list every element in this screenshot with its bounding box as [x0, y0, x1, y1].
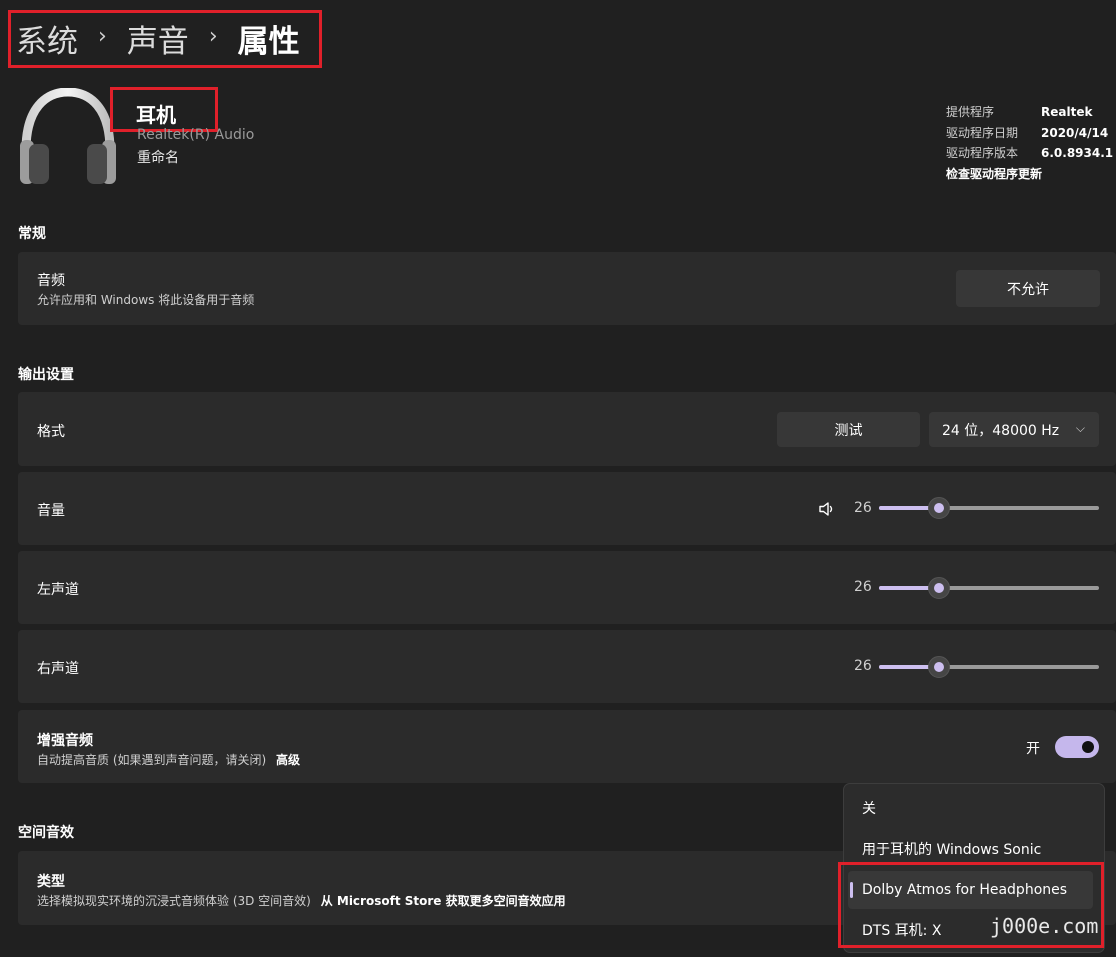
right-channel-value: 26 [854, 658, 872, 674]
right-channel-slider-thumb[interactable] [928, 656, 950, 678]
rename-link[interactable]: 重命名 [137, 147, 179, 167]
right-channel-slider[interactable] [879, 665, 1099, 669]
toggle-knob [1082, 741, 1094, 753]
option-dolby-atmos-label: Dolby Atmos for Headphones [862, 882, 1068, 898]
breadcrumb: 系统 › 声音 › 属性 [16, 14, 300, 62]
volume-card: 音量 26 [18, 472, 1116, 545]
format-select[interactable]: 24 位，48000 Hz ⌵ [929, 412, 1099, 447]
option-off[interactable]: 关 [844, 789, 1104, 827]
provider-value: Realtek [1041, 105, 1093, 119]
left-channel-value: 26 [854, 579, 872, 595]
driver-version-label: 驱动程序版本 [946, 146, 1019, 161]
breadcrumb-system[interactable]: 系统 [16, 16, 78, 61]
section-title-general: 常规 [18, 226, 46, 242]
watermark: j000e.com [990, 914, 1099, 938]
audio-title: 音频 [37, 273, 65, 289]
volume-title: 音量 [37, 503, 65, 519]
volume-slider[interactable] [879, 506, 1099, 510]
store-link[interactable]: 从 Microsoft Store 获取更多空间音效应用 [321, 894, 566, 908]
audio-description: 允许应用和 Windows 将此设备用于音频 [37, 293, 255, 307]
check-driver-update-link[interactable]: 检查驱动程序更新 [946, 164, 1042, 185]
left-channel-slider-thumb[interactable] [928, 577, 950, 599]
enhance-audio-desc-text: 自动提高音质 (如果遇到声音问题，请关闭) [37, 753, 267, 767]
left-channel-card: 左声道 26 [18, 551, 1116, 624]
left-channel-title: 左声道 [37, 582, 79, 598]
page-title: 属性 [237, 23, 300, 60]
speaker-icon[interactable] [818, 500, 836, 518]
driver-info: 提供程序 Realtek 驱动程序日期 2020/4/14 驱动程序版本 6.0… [946, 102, 1113, 185]
chevron-right-icon: › [98, 23, 107, 49]
device-subtitle: Realtek(R) Audio [137, 127, 255, 143]
chevron-right-icon: › [208, 23, 218, 49]
advanced-link[interactable]: 高级 [276, 753, 300, 767]
driver-version-value: 6.0.8934.1 [1041, 146, 1114, 161]
disallow-button[interactable]: 不允许 [956, 270, 1100, 307]
section-title-output: 输出设置 [18, 367, 74, 383]
left-channel-slider[interactable] [879, 586, 1099, 590]
provider-label: 提供程序 [946, 105, 995, 119]
option-windows-sonic[interactable]: 用于耳机的 Windows Sonic [844, 830, 1104, 868]
audio-card: 音频 允许应用和 Windows 将此设备用于音频 不允许 [18, 252, 1116, 325]
enhance-audio-title: 增强音频 [37, 733, 93, 749]
breadcrumb-sound[interactable]: 声音 [127, 16, 189, 61]
spatial-type-desc-text: 选择模拟现实环境的沉浸式音频体验 (3D 空间音效) [37, 894, 311, 908]
test-button[interactable]: 测试 [777, 412, 920, 447]
right-channel-title: 右声道 [37, 661, 79, 677]
format-card: 格式 测试 24 位，48000 Hz ⌵ [18, 392, 1116, 466]
section-title-spatial: 空间音效 [18, 825, 74, 841]
spatial-type-description: 选择模拟现实环境的沉浸式音频体验 (3D 空间音效) 从 Microsoft S… [37, 892, 566, 909]
headphones-icon [20, 88, 116, 184]
driver-date-value: 2020/4/14 [1041, 125, 1109, 140]
enhance-audio-description: 自动提高音质 (如果遇到声音问题，请关闭) 高级 [37, 751, 300, 768]
spatial-type-title: 类型 [37, 874, 65, 890]
format-title: 格式 [37, 424, 65, 440]
option-dolby-atmos[interactable]: Dolby Atmos for Headphones [848, 871, 1093, 909]
volume-slider-thumb[interactable] [928, 497, 950, 519]
driver-date-label: 驱动程序日期 [946, 125, 1019, 140]
format-select-value: 24 位，48000 Hz [942, 422, 1060, 439]
enhance-toggle-state: 开 [1026, 741, 1040, 757]
selected-indicator [850, 882, 853, 898]
right-channel-card: 右声道 26 [18, 630, 1116, 703]
enhance-audio-toggle[interactable] [1055, 736, 1099, 758]
chevron-down-icon: ⌵ [1075, 421, 1085, 435]
volume-value: 26 [854, 500, 872, 516]
device-name: 耳机 [136, 103, 176, 127]
enhance-audio-card: 增强音频 自动提高音质 (如果遇到声音问题，请关闭) 高级 开 [18, 710, 1116, 783]
